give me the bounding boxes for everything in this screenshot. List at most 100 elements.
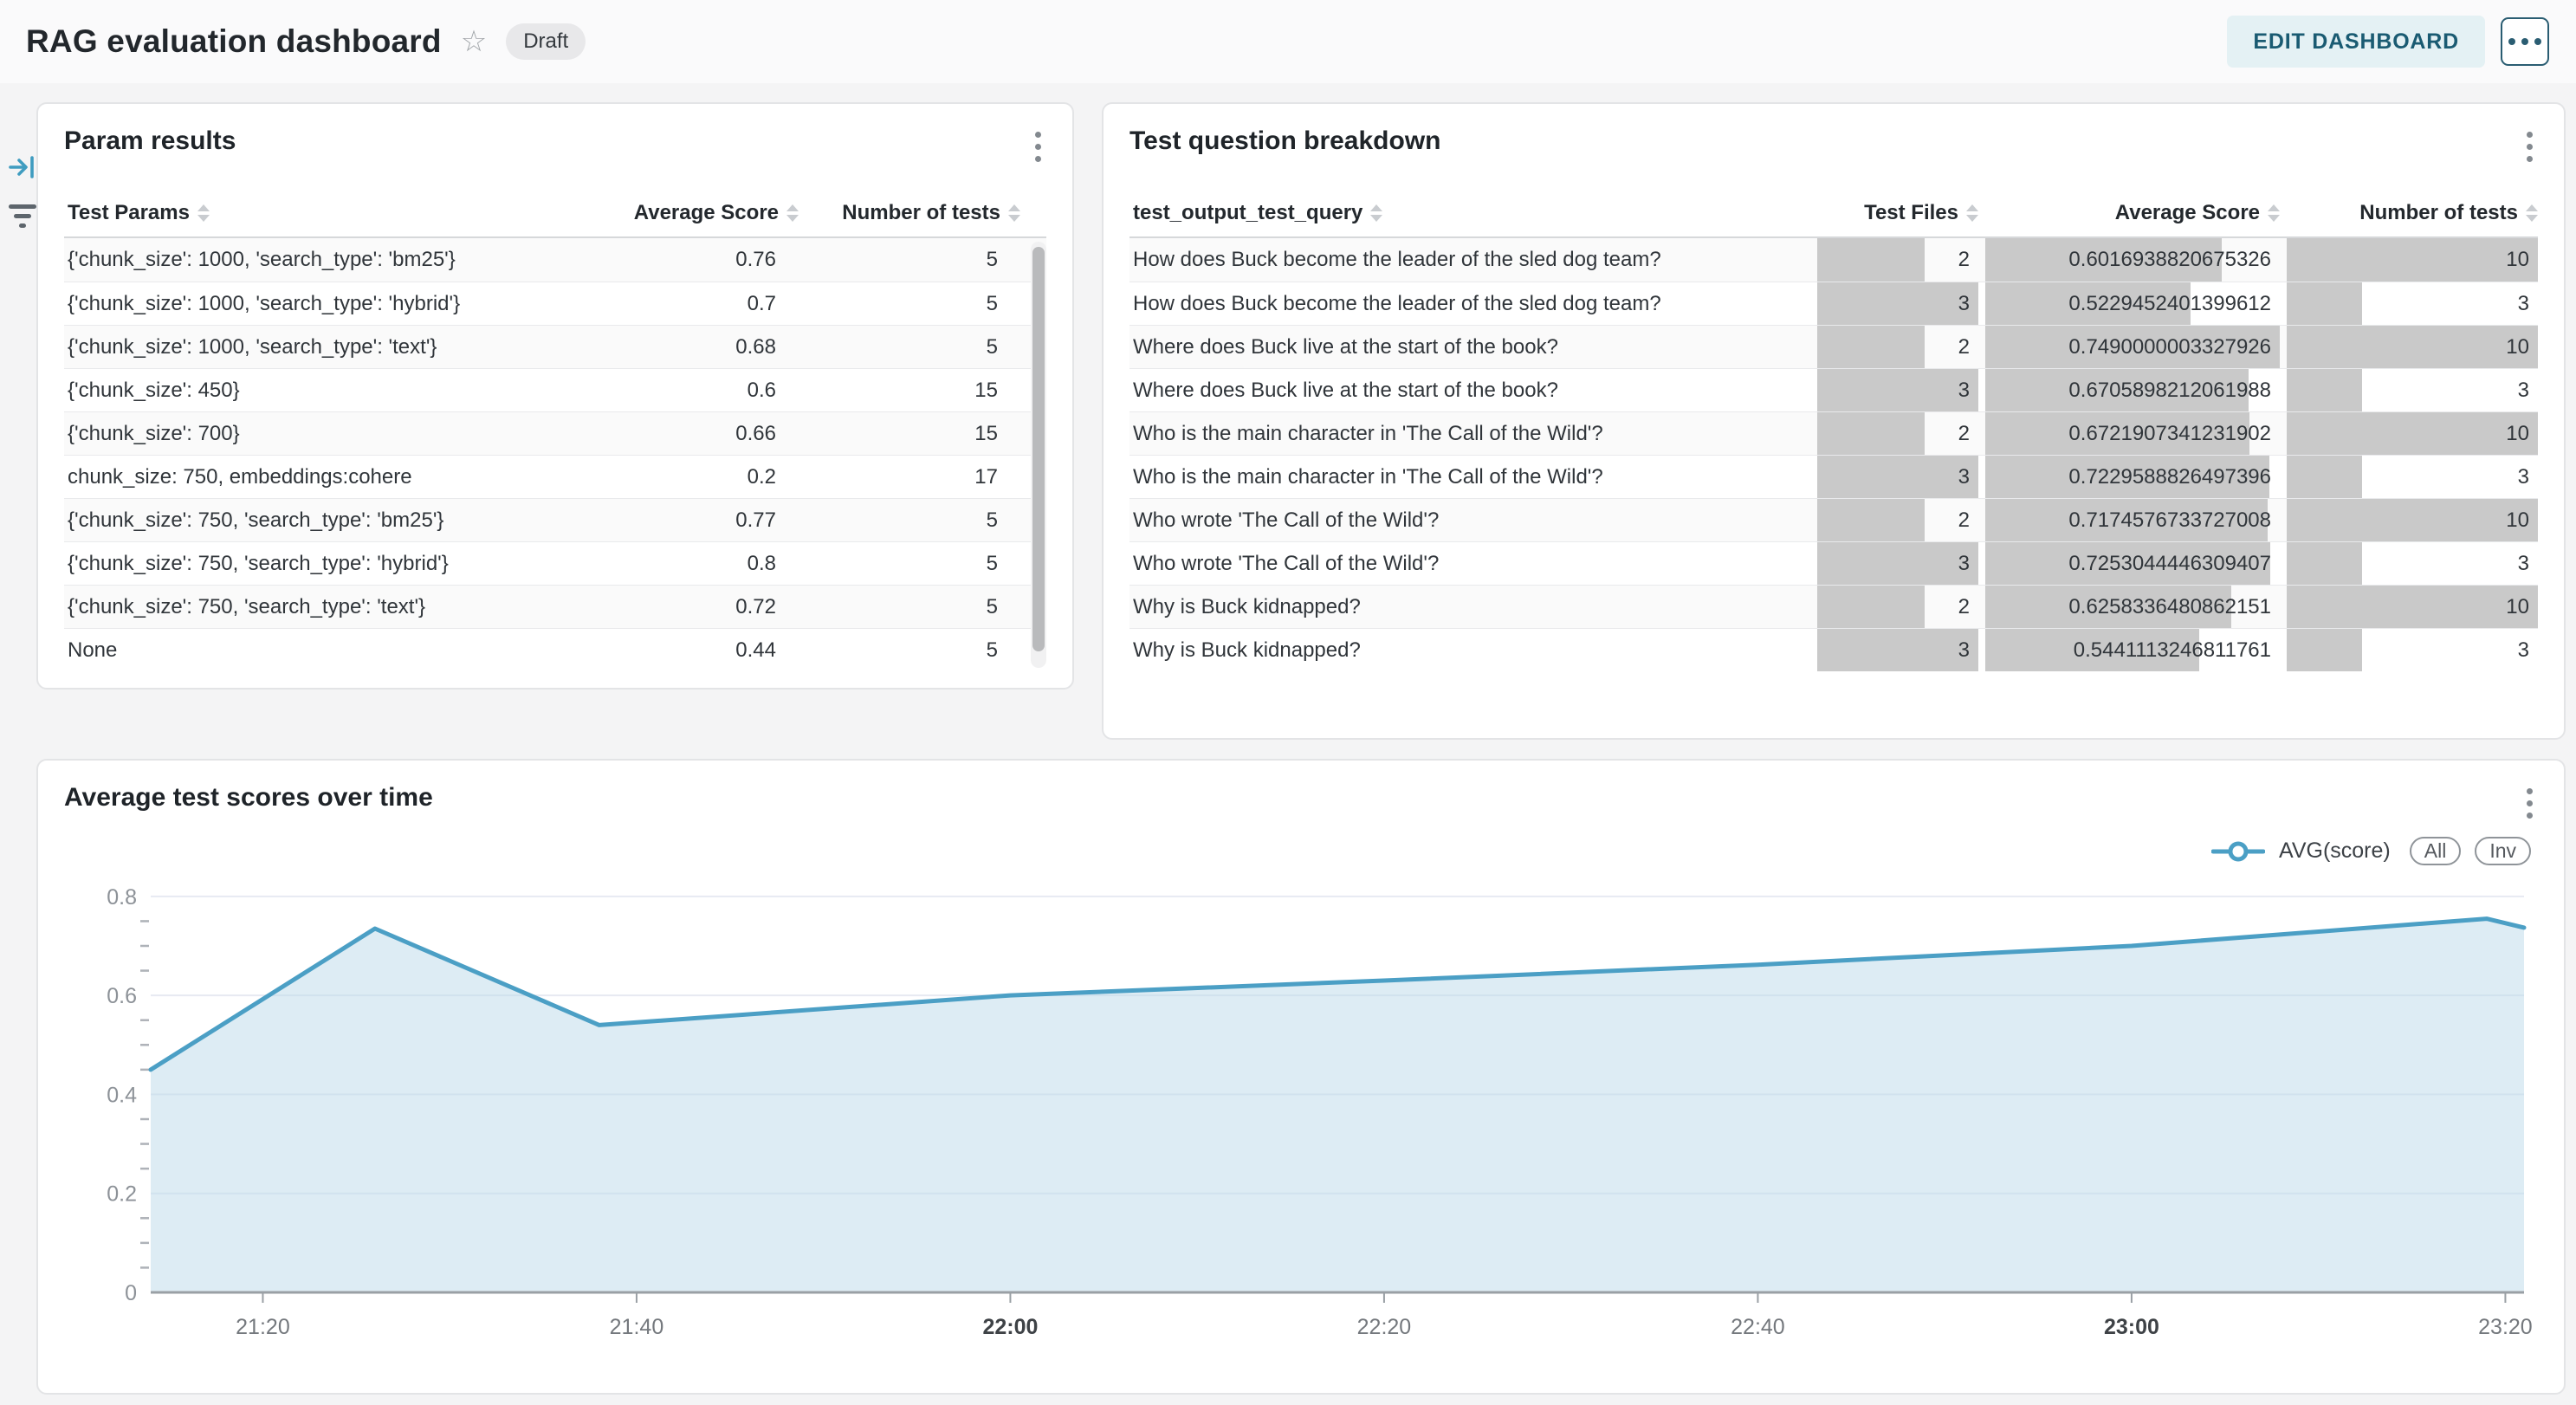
cell-average-score: 0.68	[621, 326, 799, 368]
table-row: Who is the main character in 'The Call o…	[1129, 411, 2538, 455]
test-question-table: test_output_test_query Test Files Average …	[1129, 190, 2538, 671]
cell-test-files: 3	[1817, 369, 1978, 411]
cell-value: 10	[2287, 422, 2538, 446]
cell-test-output-test-query: Who is the main character in 'The Call o…	[1129, 456, 1810, 498]
cell-average-score: 0.72	[621, 586, 799, 628]
cell-number-of-tests: 5	[806, 326, 1020, 368]
cell-test-output-test-query: How does Buck become the leader of the s…	[1129, 282, 1810, 325]
cell-number-of-tests: 10	[2287, 499, 2538, 541]
cell-value: 3	[1817, 638, 1978, 663]
cell-value: 0.7253044446309407	[1985, 552, 2280, 576]
kebab-menu-icon[interactable]	[1030, 126, 1046, 167]
cell-value: 3	[1817, 552, 1978, 576]
cell-value: 3	[2287, 638, 2538, 663]
panel-title: Test question breakdown	[1129, 126, 1441, 156]
cell-test-params: {'chunk_size': 1000, 'search_type': 'hyb…	[64, 282, 614, 325]
column-header-average-score[interactable]: Average Score	[621, 201, 799, 225]
table-row: How does Buck become the leader of the s…	[1129, 282, 2538, 325]
cell-test-params: {'chunk_size': 450}	[64, 369, 614, 411]
cell-value: 3	[2287, 379, 2538, 403]
app-header: RAG evaluation dashboard ☆ Draft EDIT DA…	[0, 0, 2576, 83]
kebab-menu-icon[interactable]	[2521, 783, 2538, 824]
cell-test-files: 2	[1817, 238, 1978, 282]
column-header-test-params[interactable]: Test Params	[64, 201, 614, 225]
sort-icon	[1008, 204, 1020, 222]
cell-average-score: 0.6721907341231902	[1985, 412, 2280, 455]
sort-icon	[2526, 204, 2538, 222]
kebab-menu-icon[interactable]	[2521, 126, 2538, 167]
cell-number-of-tests: 15	[806, 412, 1020, 455]
table-row: {'chunk_size': 700}0.6615	[64, 411, 1046, 455]
edit-dashboard-button[interactable]: EDIT DASHBOARD	[2227, 16, 2485, 68]
svg-text:21:40: 21:40	[610, 1315, 664, 1339]
cell-average-score: 0.6016938820675326	[1985, 238, 2280, 282]
cell-test-files: 2	[1817, 586, 1978, 628]
cell-value: 10	[2287, 508, 2538, 533]
table-row: {'chunk_size': 750, 'search_type': 'bm25…	[64, 498, 1046, 541]
cell-test-params: {'chunk_size': 1000, 'search_type': 'tex…	[64, 326, 614, 368]
svg-text:23:00: 23:00	[2104, 1315, 2159, 1339]
scrollbar-thumb[interactable]	[1032, 247, 1045, 651]
panel-title: Param results	[64, 126, 236, 156]
svg-text:22:20: 22:20	[1357, 1315, 1412, 1339]
table-header-row: test_output_test_query Test Files Average …	[1129, 190, 2538, 238]
cell-number-of-tests: 5	[806, 586, 1020, 628]
table-row: Who is the main character in 'The Call o…	[1129, 455, 2538, 498]
cell-test-output-test-query: How does Buck become the leader of the s…	[1129, 238, 1810, 282]
column-header-test-files[interactable]: Test Files	[1817, 201, 1978, 225]
cell-value: 0.6258336480862151	[1985, 595, 2280, 619]
column-header-number-of-tests[interactable]: Number of tests	[2287, 201, 2538, 225]
cell-test-files: 2	[1817, 412, 1978, 455]
star-icon[interactable]: ☆	[461, 27, 487, 56]
table-body: {'chunk_size': 1000, 'search_type': 'bm2…	[64, 238, 1046, 671]
cell-test-files: 3	[1817, 542, 1978, 585]
panel-param-results: Param results Test Params Average Score Nu…	[36, 102, 1074, 690]
cell-test-params: None	[64, 629, 614, 671]
cell-value: 0.6721907341231902	[1985, 422, 2280, 446]
table-row: Where does Buck live at the start of the…	[1129, 325, 2538, 368]
cell-average-score: 0.5229452401399612	[1985, 282, 2280, 325]
line-chart[interactable]: 00.20.40.60.821:2021:4022:0022:2022:4023…	[64, 859, 2541, 1384]
cell-value: 2	[1817, 422, 1978, 446]
status-badge: Draft	[506, 23, 586, 60]
cell-number-of-tests: 3	[2287, 369, 2538, 411]
table-row: Why is Buck kidnapped?30.544111324681176…	[1129, 628, 2538, 671]
cell-test-output-test-query: Why is Buck kidnapped?	[1129, 586, 1810, 628]
cell-test-files: 2	[1817, 326, 1978, 368]
table-scrollbar[interactable]	[1031, 242, 1046, 668]
cell-number-of-tests: 15	[806, 369, 1020, 411]
column-header-label: Test Files	[1864, 201, 1958, 225]
cell-number-of-tests: 3	[2287, 456, 2538, 498]
column-header-test-output-test-query[interactable]: test_output_test_query	[1129, 201, 1810, 225]
cell-average-score: 0.76	[621, 238, 799, 282]
cell-number-of-tests: 10	[2287, 326, 2538, 368]
table-row: None0.445	[64, 628, 1046, 671]
svg-text:0.2: 0.2	[107, 1182, 137, 1207]
cell-number-of-tests: 5	[806, 629, 1020, 671]
collapse-panel-icon[interactable]	[8, 152, 37, 182]
table-row: {'chunk_size': 1000, 'search_type': 'bm2…	[64, 238, 1046, 282]
column-header-average-score[interactable]: Average Score	[1985, 201, 2280, 225]
panel-average-test-scores: Average test scores over time AVG(score)…	[36, 759, 2566, 1395]
cell-test-files: 3	[1817, 629, 1978, 671]
cell-average-score: 0.6705898212061988	[1985, 369, 2280, 411]
sort-icon	[1370, 204, 1382, 222]
cell-number-of-tests: 17	[806, 456, 1020, 498]
column-header-number-of-tests[interactable]: Number of tests	[806, 201, 1020, 225]
left-rail	[5, 152, 40, 228]
column-header-label: Number of tests	[842, 201, 1000, 225]
column-header-label: Number of tests	[2359, 201, 2518, 225]
cell-number-of-tests: 3	[2287, 542, 2538, 585]
cell-value: 2	[1817, 508, 1978, 533]
cell-average-score: 0.7174576733727008	[1985, 499, 2280, 541]
cell-number-of-tests: 3	[2287, 282, 2538, 325]
table-row: Who wrote 'The Call of the Wild'?30.7253…	[1129, 541, 2538, 585]
cell-average-score: 0.77	[621, 499, 799, 541]
more-options-button[interactable]	[2501, 17, 2549, 66]
svg-text:0.8: 0.8	[107, 885, 137, 910]
cell-test-params: {'chunk_size': 750, 'search_type': 'hybr…	[64, 542, 614, 585]
cell-average-score: 0.8	[621, 542, 799, 585]
filter-icon[interactable]	[9, 204, 36, 228]
cell-number-of-tests: 5	[806, 238, 1020, 282]
table-row: Where does Buck live at the start of the…	[1129, 368, 2538, 411]
